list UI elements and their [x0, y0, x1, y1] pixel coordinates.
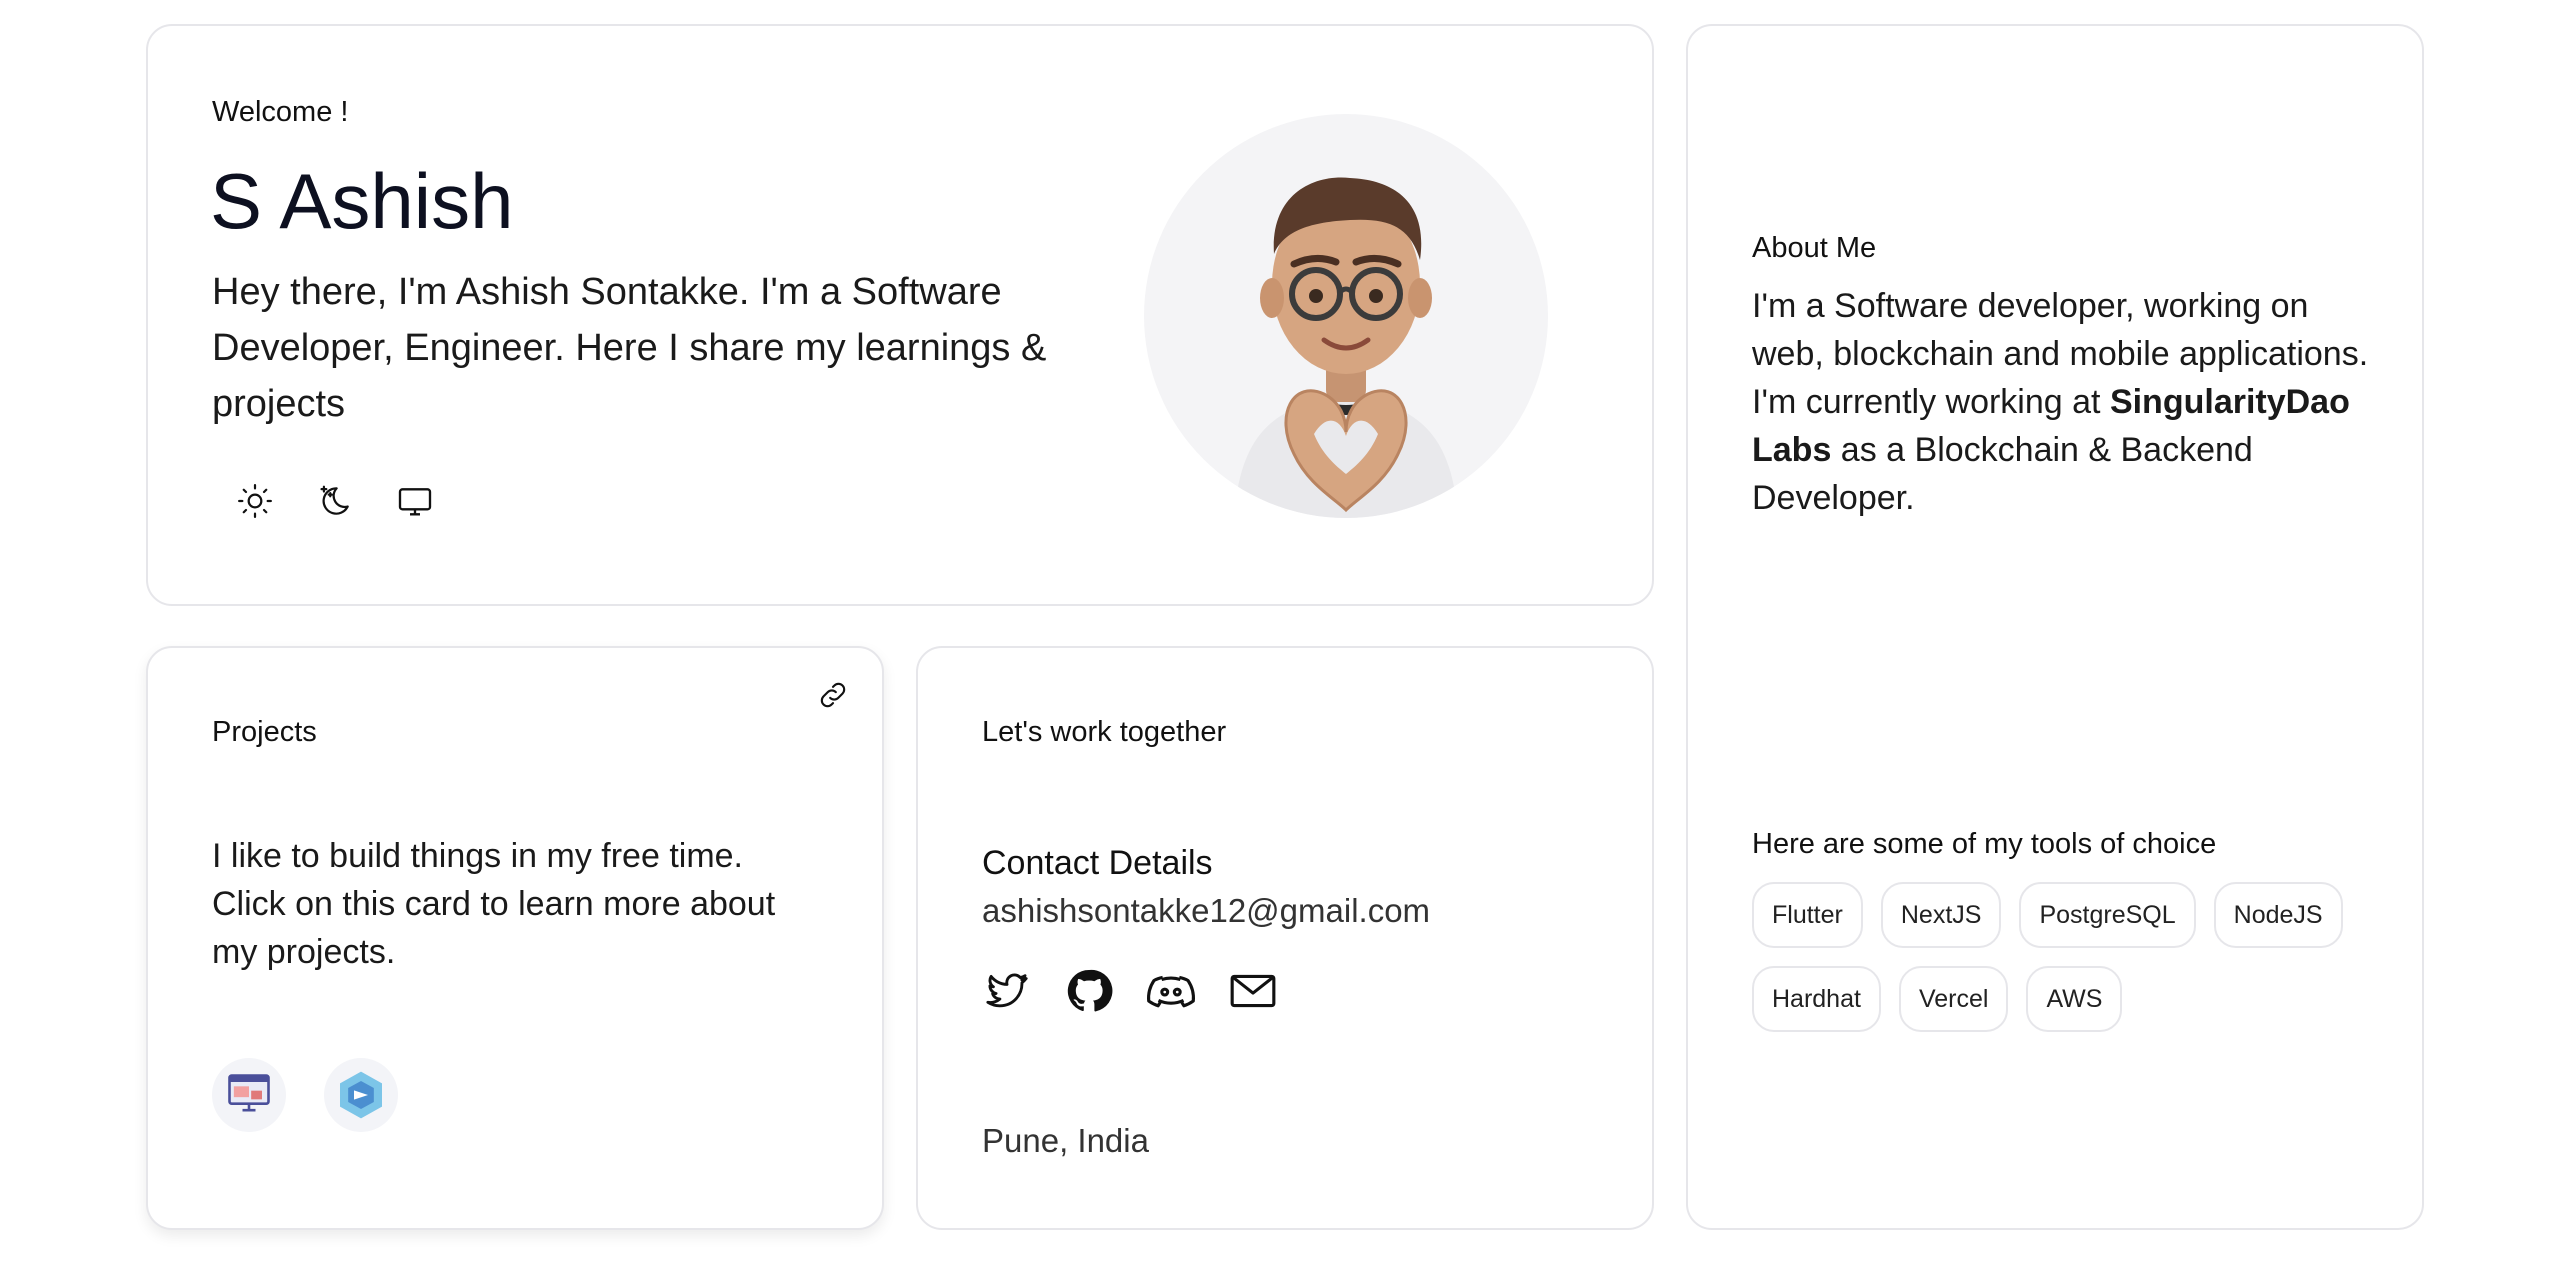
project-logos	[212, 1058, 398, 1132]
sun-icon	[238, 484, 272, 518]
twitter-icon	[986, 973, 1028, 1008]
location-text: Pune, India	[982, 1122, 1149, 1159]
tools-title: Here are some of my tools of choice	[1752, 828, 2217, 860]
moon-icon	[320, 485, 349, 515]
system-theme-button[interactable]	[392, 478, 438, 524]
tool-chip: PostgreSQL	[2019, 882, 2196, 948]
avatar	[1144, 114, 1548, 518]
project-hexagon-icon	[340, 1071, 382, 1119]
tool-chip: Hardhat	[1752, 966, 1881, 1032]
intro-card: Welcome ! S Ashish Hey there, I'm Ashish…	[146, 24, 1654, 606]
tool-chip: AWS	[2026, 966, 2123, 1032]
mail-link[interactable]	[1228, 966, 1278, 1016]
projects-title: Projects	[212, 716, 317, 748]
page-title: S Ashish	[210, 157, 514, 245]
memoji-avatar-image	[1234, 177, 1458, 518]
discord-link[interactable]	[1146, 966, 1196, 1016]
tool-chip: Flutter	[1752, 882, 1863, 948]
about-title: About Me	[1752, 232, 1877, 264]
discord-icon	[1147, 975, 1195, 1008]
projects-card[interactable]: Projects I like to build things in my fr…	[146, 646, 884, 1230]
social-links	[982, 966, 1278, 1016]
github-link[interactable]	[1064, 966, 1114, 1016]
contact-details-heading: Contact Details	[982, 844, 1213, 882]
tool-chip: Vercel	[1898, 966, 2009, 1032]
intro-text: Hey there, I'm Ashish Sontakke. I'm a So…	[212, 271, 1047, 425]
contact-card: Let's work together Contact Details ashi…	[916, 646, 1654, 1230]
theme-switcher	[232, 478, 438, 524]
welcome-label: Welcome !	[212, 96, 349, 128]
about-text: I'm a Software developer, working on web…	[1752, 282, 2372, 522]
project-logo-2[interactable]	[324, 1058, 398, 1132]
project-logo-1[interactable]	[212, 1058, 286, 1132]
contact-title: Let's work together	[982, 716, 1227, 748]
tool-chip: NextJS	[1880, 882, 2002, 948]
contact-email[interactable]: ashishsontakke12@gmail.com	[982, 892, 1430, 930]
github-icon	[1067, 969, 1113, 1012]
mail-icon	[1230, 974, 1276, 1008]
monitor-icon	[398, 488, 432, 516]
light-theme-button[interactable]	[232, 478, 278, 524]
projects-text: I like to build things in my free time. …	[212, 837, 776, 971]
link-icon[interactable]	[816, 678, 850, 712]
dark-theme-button[interactable]	[312, 478, 358, 524]
about-card: About Me I'm a Software developer, worki…	[1686, 24, 2424, 1230]
tools-list: Flutter NextJS PostgreSQL NodeJS Hardhat…	[1752, 882, 2372, 1032]
tool-chip: NodeJS	[2213, 882, 2343, 948]
twitter-link[interactable]	[982, 966, 1032, 1016]
project-monitor-icon	[228, 1074, 270, 1112]
